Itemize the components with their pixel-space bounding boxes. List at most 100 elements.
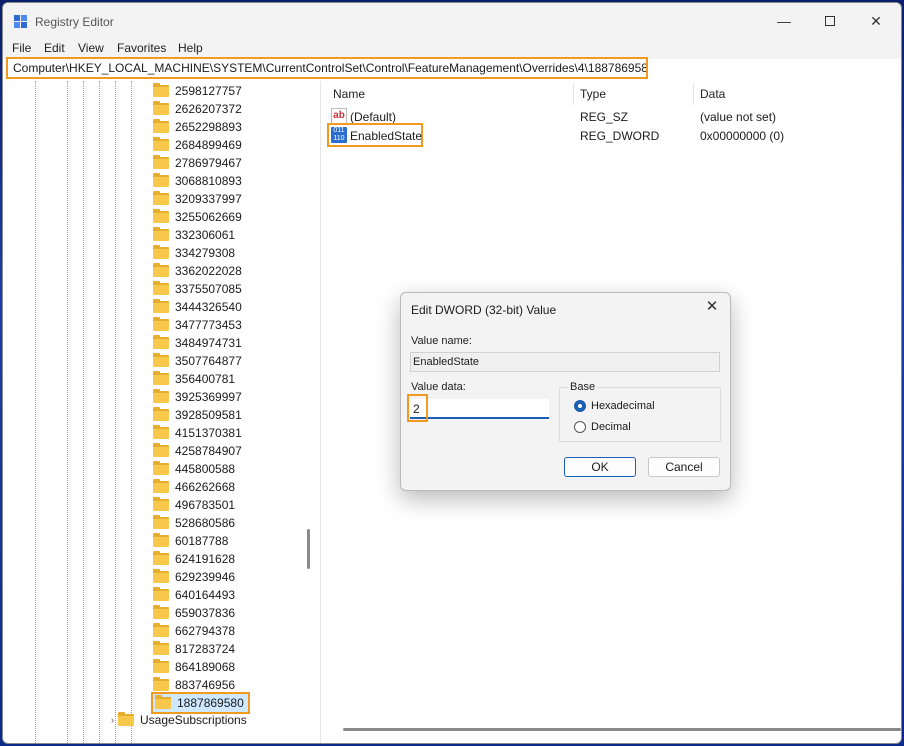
menu-bar: File Edit View Favorites Help — [3, 39, 901, 59]
tree-item[interactable]: 466262668 — [153, 478, 235, 496]
key-tree-pane[interactable]: 2598127757 2626207372 2652298893 2684899469… — [3, 81, 321, 743]
tree-item-selected[interactable]: 1887869580 — [151, 692, 250, 714]
folder-icon — [153, 353, 169, 367]
tree-item[interactable]: 334279308 — [153, 244, 235, 262]
tree-item-label: 2626207372 — [175, 102, 242, 116]
column-header-name[interactable]: Name — [333, 87, 365, 101]
folder-icon — [153, 605, 169, 619]
tree-item[interactable]: 2684899469 — [153, 136, 242, 154]
cancel-button[interactable]: Cancel — [648, 457, 720, 477]
tree-item-label: 3375507085 — [175, 282, 242, 296]
folder-icon — [153, 389, 169, 403]
tree-item[interactable]: 3928509581 — [153, 406, 242, 424]
close-button[interactable]: ✕ — [853, 3, 899, 39]
tree-item[interactable]: 3925369997 — [153, 388, 242, 406]
tree-item-label: 2684899469 — [175, 138, 242, 152]
tree-item[interactable]: 662794378 — [153, 622, 235, 640]
decimal-radio[interactable] — [574, 421, 586, 433]
tree-item-label: 528680586 — [175, 516, 236, 530]
tree-item-label: 3362022028 — [175, 264, 242, 278]
tree-item[interactable]: 659037836 — [153, 604, 235, 622]
tree-item[interactable]: 356400781 — [153, 370, 235, 388]
base-group — [559, 387, 721, 442]
tree-item[interactable]: 2652298893 — [153, 118, 242, 136]
chevron-right-icon: › — [111, 715, 114, 725]
tree-item[interactable]: 3375507085 — [153, 280, 242, 298]
tree-item[interactable]: 3484974731 — [153, 334, 242, 352]
values-scrollbar-thumb[interactable] — [343, 728, 901, 731]
folder-icon — [153, 497, 169, 511]
column-separator[interactable] — [693, 83, 694, 105]
column-separator[interactable] — [573, 83, 574, 105]
maximize-button[interactable] — [807, 3, 853, 39]
value-data: (value not set) — [700, 110, 777, 124]
tree-guide-line — [83, 81, 84, 743]
tree-guide-line — [35, 81, 36, 743]
tree-item-label: 3925369997 — [175, 390, 242, 404]
tree-item[interactable]: 640164493 — [153, 586, 235, 604]
tree-item-label: 817283724 — [175, 642, 236, 656]
folder-icon — [153, 371, 169, 385]
tree-item-label: 60187788 — [175, 534, 229, 548]
address-bar[interactable]: Computer\HKEY_LOCAL_MACHINE\SYSTEM\Curre… — [6, 57, 648, 79]
tree-item[interactable]: 4258784907 — [153, 442, 242, 460]
decimal-label[interactable]: Decimal — [591, 421, 631, 433]
tree-item[interactable]: 864189068 — [153, 658, 235, 676]
tree-item[interactable]: 332306061 — [153, 226, 235, 244]
tree-item[interactable]: 3255062669 — [153, 208, 242, 226]
tree-item[interactable]: 496783501 — [153, 496, 235, 514]
tree-item[interactable]: 2626207372 — [153, 100, 242, 118]
folder-icon — [153, 641, 169, 655]
tree-scrollbar-thumb[interactable] — [307, 529, 310, 569]
tree-item[interactable]: 817283724 — [153, 640, 235, 658]
tree-item-label: 3484974731 — [175, 336, 242, 350]
tree-item[interactable]: 3444326540 — [153, 298, 242, 316]
folder-icon — [153, 83, 169, 97]
tree-item[interactable]: 60187788 — [153, 532, 228, 550]
value-row-enabledstate[interactable]: 011 110 EnabledState REG_DWORD 0x00000000… — [325, 123, 901, 147]
tree-item[interactable]: 3068810893 — [153, 172, 242, 190]
window-title: Registry Editor — [35, 15, 114, 29]
column-header-data[interactable]: Data — [700, 87, 725, 101]
tree-item[interactable]: 624191628 — [153, 550, 235, 568]
title-bar[interactable]: Registry Editor — ✕ — [3, 3, 901, 39]
hexadecimal-label[interactable]: Hexadecimal — [591, 400, 655, 412]
ok-button[interactable]: OK — [564, 457, 636, 477]
hexadecimal-radio[interactable] — [574, 400, 586, 412]
menu-view[interactable]: View — [78, 41, 104, 55]
tree-item[interactable]: 2786979467 — [153, 154, 242, 172]
folder-icon — [153, 263, 169, 277]
tree-item-label: 3507764877 — [175, 354, 242, 368]
tree-item[interactable]: 2598127757 — [153, 82, 242, 100]
menu-file[interactable]: File — [12, 41, 31, 55]
dialog-close-button[interactable]: ✕ — [702, 297, 722, 317]
tree-item-label: 659037836 — [175, 606, 236, 620]
folder-icon — [153, 407, 169, 421]
folder-icon — [153, 173, 169, 187]
minimize-button[interactable]: — — [761, 3, 807, 39]
folder-icon — [153, 299, 169, 313]
tree-item[interactable]: 3477773453 — [153, 316, 242, 334]
minimize-icon: — — [777, 13, 791, 29]
column-header-type[interactable]: Type — [580, 87, 606, 101]
tree-item[interactable]: 629239946 — [153, 568, 235, 586]
tree-item[interactable]: 3209337997 — [153, 190, 242, 208]
tree-guide-line — [131, 81, 132, 743]
tree-item[interactable]: 3507764877 — [153, 352, 242, 370]
tree-item-label: 445800588 — [175, 462, 236, 476]
menu-help[interactable]: Help — [178, 41, 203, 55]
value-type: REG_SZ — [580, 110, 629, 124]
tree-item[interactable]: 4151370381 — [153, 424, 242, 442]
folder-icon — [153, 317, 169, 331]
tree-item[interactable]: 528680586 — [153, 514, 235, 532]
menu-edit[interactable]: Edit — [44, 41, 65, 55]
tree-item-partial[interactable]: › UsageSubscriptions — [111, 712, 247, 727]
tree-item-label: 624191628 — [175, 552, 236, 566]
menu-favorites[interactable]: Favorites — [117, 41, 166, 55]
binary-value-icon: 011 110 — [331, 127, 347, 143]
value-data-input[interactable]: 2 — [410, 399, 549, 419]
tree-item[interactable]: 3362022028 — [153, 262, 242, 280]
tree-item-label: 4258784907 — [175, 444, 242, 458]
tree-item-label: UsageSubscriptions — [140, 713, 247, 727]
tree-item[interactable]: 445800588 — [153, 460, 235, 478]
